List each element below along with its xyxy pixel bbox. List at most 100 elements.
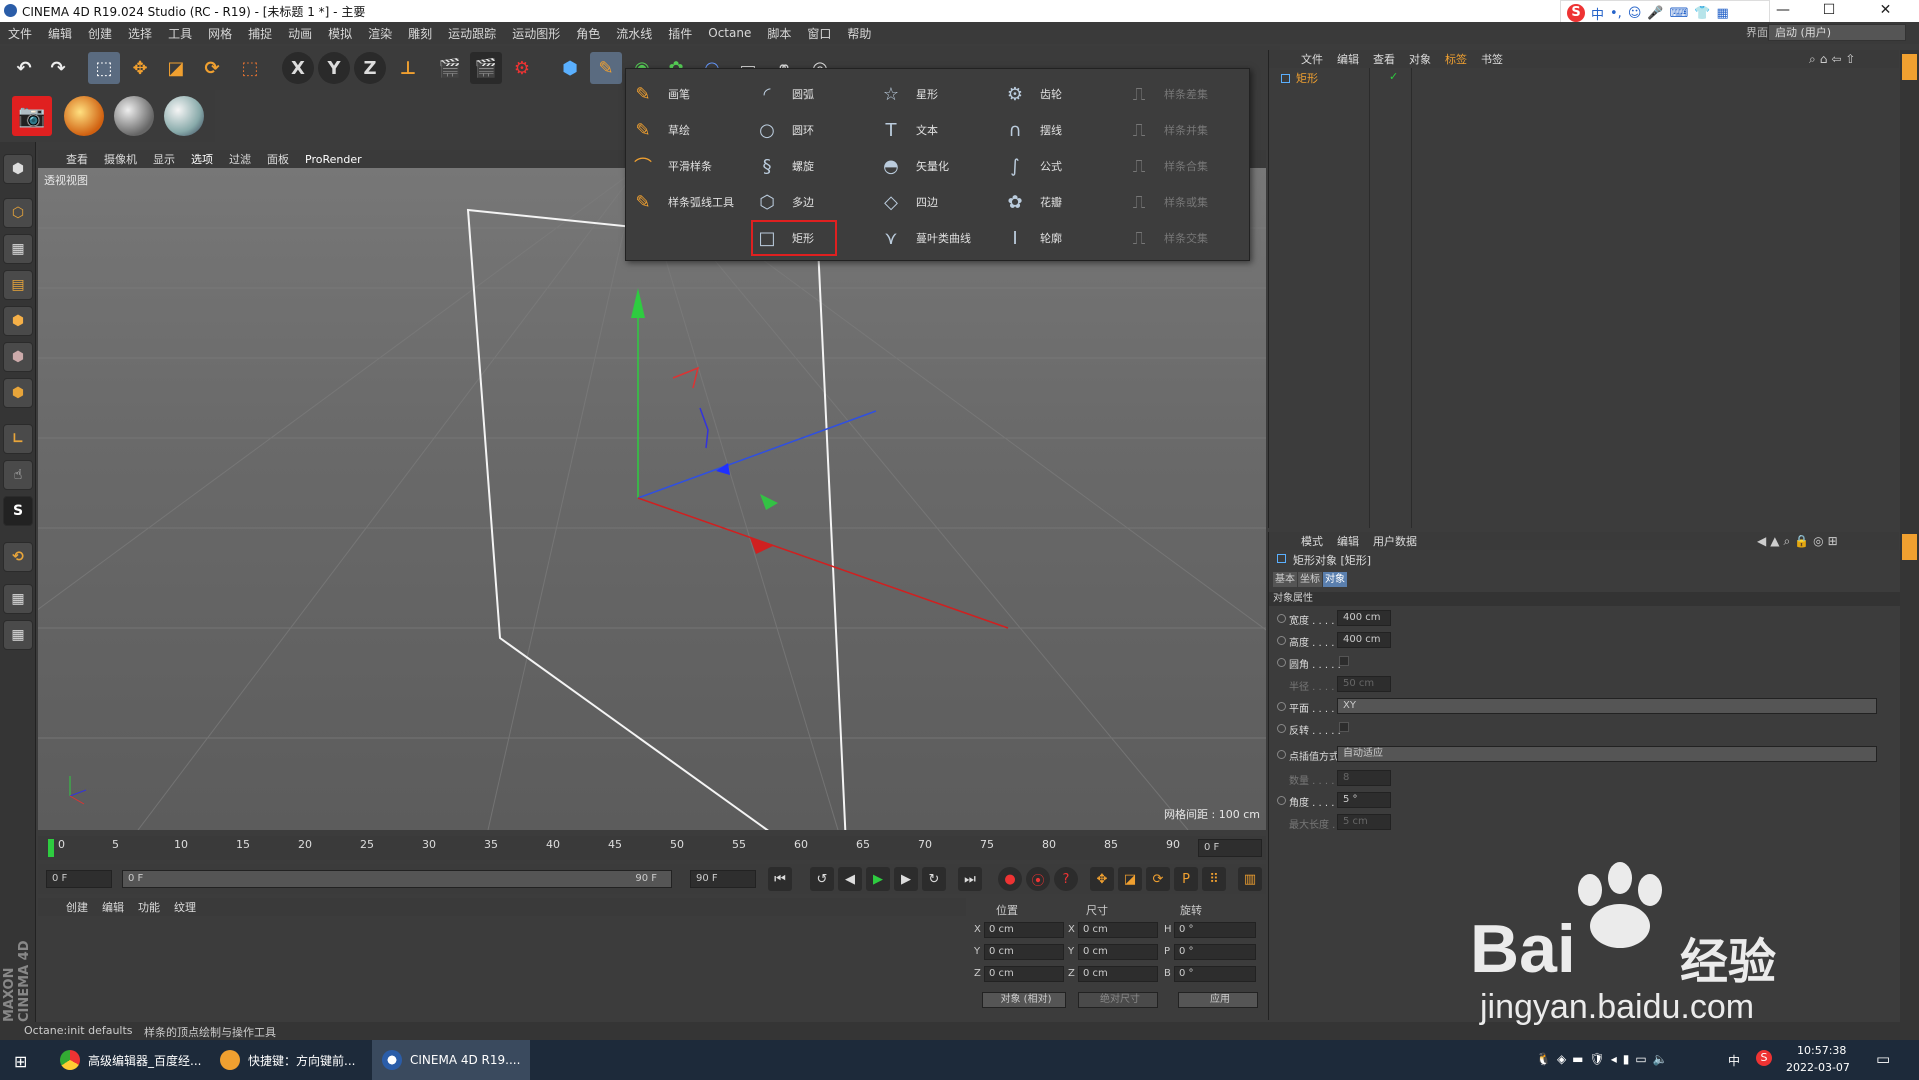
spline-cogwheel-item[interactable]: ⚙ 齿轮 [1002,79,1122,109]
menu-simulate[interactable]: 模拟 [320,25,360,42]
om-nav-icons[interactable]: ⌕⌂⇦⇧ [1809,52,1859,67]
mat-menu-function[interactable]: 功能 [138,899,160,915]
reverse-checkbox[interactable] [1339,722,1349,732]
playhead-marker[interactable] [48,839,54,857]
menu-sculpt[interactable]: 雕刻 [400,25,440,42]
live-selection-icon[interactable]: ⬚ [88,52,120,84]
y-axis-arrow[interactable] [631,288,645,318]
anim-radio[interactable] [1277,636,1286,645]
om-menu-edit[interactable]: 编辑 [1337,51,1359,67]
key-scale-icon[interactable]: ◪ [1118,867,1142,891]
system-tray-icons[interactable]: 🐧◈▬🛡◂▮▭🔈 [1536,1052,1674,1066]
angle-field[interactable]: 5 ° [1337,792,1391,808]
menu-help[interactable]: 帮助 [839,25,879,42]
scale-icon[interactable]: ◪ [160,52,192,84]
anim-radio[interactable] [1277,702,1286,711]
tab-basic[interactable]: 基本 [1273,572,1297,587]
spline-smooth-item[interactable]: ⌒ 平滑样条 [630,151,750,181]
render-view-icon[interactable]: 🎬 [434,52,466,84]
vp-menu-options[interactable]: 选项 [191,151,213,167]
plane-handle[interactable] [760,494,778,510]
plane-select[interactable]: XY [1337,698,1877,714]
menu-snap[interactable]: 捕捉 [240,25,280,42]
objects-tab[interactable] [1902,54,1917,80]
menu-octane[interactable]: Octane [700,26,759,40]
menu-character[interactable]: 角色 [568,25,608,42]
close-button[interactable]: ✕ [1852,0,1919,22]
spline-cissoid-item[interactable]: ⋎ 蔓叶类曲线 [878,223,1008,253]
taskbar-chrome[interactable]: 高级编辑器_百度经... [50,1040,205,1080]
magnet-icon[interactable]: ⟲ [3,542,33,572]
am-menu-userdata[interactable]: 用户数据 [1373,533,1417,549]
am-nav-icons[interactable]: ◀▲⌕🔒◎⊞ [1757,534,1842,549]
next-key-icon[interactable]: ↻ [922,867,946,891]
menu-mograph[interactable]: 运动图形 [504,25,568,42]
om-menu-view[interactable]: 查看 [1373,51,1395,67]
mat-menu-create[interactable]: 创建 [66,899,88,915]
model-mode-icon[interactable]: ⬡ [3,198,33,228]
octane-fire-material-icon[interactable] [64,96,104,136]
menu-edit[interactable]: 编辑 [40,25,80,42]
record-keys-icon[interactable]: ● [998,867,1022,891]
spline-pen-item[interactable]: ✎ 画笔 [630,79,750,109]
rotation-h-field[interactable]: 0 ° [1174,922,1256,938]
glossy-material-icon[interactable] [164,96,204,136]
snap-icon[interactable]: S [3,496,33,526]
make-editable-icon[interactable]: ⬢ [3,154,33,184]
mat-menu-edit[interactable]: 编辑 [102,899,124,915]
anim-radio[interactable] [1277,750,1286,759]
spline-star-item[interactable]: ☆ 星形 [878,79,998,109]
timeline-window-icon[interactable]: ▥ [1238,867,1262,891]
start-frame-field[interactable]: 0 F [46,870,112,888]
spline-profile-item[interactable]: I 轮廓 [1002,223,1122,253]
menu-script[interactable]: 脚本 [759,25,799,42]
vp-menu-prorender[interactable]: ProRender [305,153,362,166]
maximize-button[interactable]: ☐ [1806,0,1852,22]
spline-and-item[interactable]: ⎍ 样条合集 [1126,151,1246,181]
notification-icon[interactable]: ▭ [1876,1050,1890,1068]
sogou-tray-icon[interactable]: S [1756,1050,1772,1066]
cube-primitive-icon[interactable]: ⬢ [554,52,586,84]
interpolation-select[interactable]: 自动适应 [1337,746,1877,762]
move-icon[interactable]: ✥ [124,52,156,84]
am-menu-mode[interactable]: 模式 [1301,533,1323,549]
axis-z-button[interactable]: Z [354,52,386,84]
mat-menu-texture[interactable]: 纹理 [174,899,196,915]
key-pla-icon[interactable]: ⠿ [1202,867,1226,891]
clock-date[interactable]: 2022-03-07 [1786,1061,1850,1074]
rotation-p-field[interactable]: 0 ° [1174,944,1256,960]
size-y-field[interactable]: 0 cm [1078,944,1158,960]
spline-vectorizer-item[interactable]: ◓ 矢量化 [878,151,998,181]
spline-intersect-item[interactable]: ⎍ 样条交集 [1126,223,1246,253]
previous-frame-icon[interactable]: ◀ [838,867,862,891]
keyframe-selection-icon[interactable]: ? [1054,867,1078,891]
size-x-field[interactable]: 0 cm [1078,922,1158,938]
spline-helix-item[interactable]: § 螺旋 [754,151,874,181]
position-x-field[interactable]: 0 cm [984,922,1064,938]
workplane-lock-icon[interactable]: ▦ [3,584,33,614]
current-frame-field[interactable]: 0 F [1198,839,1262,857]
anim-radio[interactable] [1277,724,1286,733]
x-axis-handle[interactable] [637,497,1009,629]
om-menu-objects[interactable]: 对象 [1409,51,1431,67]
vp-menu-camera[interactable]: 摄像机 [104,151,137,167]
tab-coord[interactable]: 坐标 [1298,572,1322,587]
render-picture-viewer-icon[interactable]: 🎬 [470,52,502,84]
layout-select[interactable]: 启动 (用户) [1768,24,1906,41]
perspective-viewport[interactable]: 透视视图 网格间距 : 100 cm [38,168,1266,830]
right-panel-tabs[interactable] [1900,50,1919,1022]
key-rotation-icon[interactable]: ⟳ [1146,867,1170,891]
vp-menu-view[interactable]: 查看 [66,151,88,167]
texture-mode-icon[interactable]: ▦ [3,234,33,264]
menu-pipeline[interactable]: 流水线 [608,25,660,42]
menu-mesh[interactable]: 网格 [200,25,240,42]
diffuse-material-icon[interactable] [114,96,154,136]
vp-menu-filter[interactable]: 过滤 [229,151,251,167]
menu-select[interactable]: 选择 [120,25,160,42]
spline-union-item[interactable]: ⎍ 样条并集 [1126,115,1246,145]
octane-live-viewer-icon[interactable]: 📷 [12,96,52,136]
anim-radio[interactable] [1277,796,1286,805]
spline-flower-item[interactable]: ✿ 花瓣 [1002,187,1122,217]
rotate-icon[interactable]: ⟳ [196,52,228,84]
workplane-mode-icon[interactable]: ▤ [3,270,33,300]
